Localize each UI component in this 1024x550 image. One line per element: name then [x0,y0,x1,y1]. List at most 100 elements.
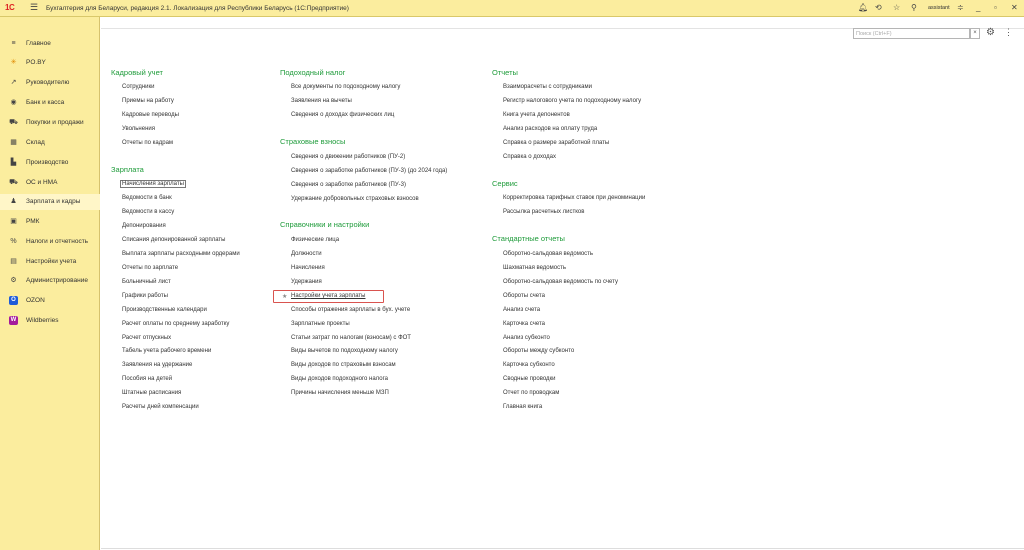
link[interactable]: Все документы по подоходному налогу [291,84,400,90]
sidebar-item-pokupki[interactable]: ⛟ Покупки и продажи [0,115,100,131]
more-actions-icon[interactable]: ⋮ [1004,26,1013,38]
link[interactable]: Причины начисления меньше МЗП [291,390,389,396]
link[interactable]: Книга учета депонентов [503,112,570,118]
link[interactable]: Выплата зарплаты расходными ордерами [122,251,240,257]
link[interactable]: Отчет по проводкам [503,390,559,396]
link[interactable]: Оборотно-сальдовая ведомость по счету [503,279,618,285]
link[interactable]: Сведения о заработке работников (ПУ-3) (… [291,168,447,174]
link[interactable]: Оборотно-сальдовая ведомость [503,251,593,257]
sidebar-item-glavnoe[interactable]: ≡ Главное [0,36,100,52]
minimize-icon[interactable]: _ [976,2,980,14]
main-menu-icon[interactable]: ☰ [30,2,38,13]
link[interactable]: Статьи затрат по налогам (взносам) с ФОТ [291,335,411,341]
sidebar-item-bank[interactable]: ◉ Банк и касса [0,95,100,111]
clear-search-icon[interactable]: × [970,28,980,39]
notifications-icon[interactable]: 🔔︎ [858,2,868,14]
link[interactable]: Ведомости в кассу [122,209,174,215]
link[interactable]: Сведения о заработке работников (ПУ-3) [291,182,406,188]
link[interactable]: Должности [291,251,322,257]
link[interactable]: Зарплатные проекты [291,321,350,327]
link[interactable]: Расчет отпускных [122,335,171,341]
sidebar-item-rukovoditelyu[interactable]: ↗ Руководителю [0,75,100,91]
link[interactable]: Кадровые переводы [122,112,179,118]
sidebar-item-wildberries[interactable]: W Wildberries [0,313,100,329]
link[interactable]: Списания депонированной зарплаты [122,237,226,243]
link[interactable]: Графики работы [122,293,168,299]
sidebar-item-sklad[interactable]: ▦ Склад [0,135,100,151]
link[interactable]: Заявления на удержание [122,362,192,368]
link[interactable]: Взаиморасчеты с сотрудниками [503,84,592,90]
link[interactable]: Анализ субконто [503,335,550,341]
link[interactable]: Отчеты по кадрам [122,140,173,146]
link[interactable]: Справка о размере заработной платы [503,140,609,146]
link[interactable]: Удержания [291,279,322,285]
link[interactable]: Способы отражения зарплаты в бух. учете [291,307,410,313]
link[interactable]: Виды доходов подоходного налога [291,376,388,382]
link[interactable]: Ведомости в банк [122,195,172,201]
search-input[interactable]: Поиск (Ctrl+F) [853,28,970,39]
sidebar-item-poby[interactable]: ✳ PO.BY [0,55,100,71]
link[interactable]: Табель учета рабочего времени [122,348,211,354]
history-icon[interactable]: ⟲ [875,2,882,14]
divider [101,548,1024,549]
sidebar-item-label: Администрирование [26,277,88,284]
close-icon[interactable]: ✕ [1011,2,1018,14]
star-icon[interactable]: ★ [282,293,287,300]
sidebar-item-ozon[interactable]: O OZON [0,293,100,309]
sidebar-item-nastroyki[interactable]: ▤ Настройки учета [0,254,100,270]
link[interactable]: Виды вычетов по подоходному налогу [291,348,398,354]
settings-menu-icon[interactable]: ≑ [957,2,964,14]
link-salary-settings[interactable]: Настройки учета зарплаты [291,293,365,299]
link[interactable]: Сведения о доходах физических лиц [291,112,394,118]
link[interactable]: Увольнения [122,126,155,132]
link[interactable]: Штатные расписания [122,390,181,396]
user-name[interactable]: assistant [928,5,950,11]
link[interactable]: Рассылка расчетных листков [503,209,584,215]
percent-icon: % [10,238,17,245]
link[interactable]: Анализ расходов на оплату труда [503,126,597,132]
sidebar-item-proizvodstvo[interactable]: ▙ Производство [0,155,100,171]
link[interactable]: Корректировка тарифных ставок при деноми… [503,195,645,201]
link[interactable]: Отчеты по зарплате [122,265,178,271]
link[interactable]: Расчет оплаты по среднему заработку [122,321,229,327]
link[interactable]: Сведения о движении работников (ПУ-2) [291,154,405,160]
link[interactable]: Расчеты дней компенсации [122,404,199,410]
link[interactable]: Сотрудники [122,84,155,90]
sidebar-item-os-nma[interactable]: ⛟ ОС и НМА [0,175,100,191]
link[interactable]: Заявления на вычеты [291,98,352,104]
sidebar-item-rmk[interactable]: ▣ РМК [0,214,100,230]
link[interactable]: Справка о доходах [503,154,556,160]
link[interactable]: Пособия на детей [122,376,172,382]
restore-icon[interactable]: ▫ [994,2,997,14]
section-title: Отчеты [492,68,518,77]
gear-icon: ⚙ [10,277,17,284]
link[interactable]: Депонирования [122,223,166,229]
link[interactable]: Анализ счета [503,307,540,313]
link[interactable]: Шахматная ведомость [503,265,566,271]
link[interactable]: Регистр налогового учета по подоходному … [503,98,641,104]
link[interactable]: Обороты между субконто [503,348,574,354]
link[interactable]: Приемы на работу [122,98,174,104]
link[interactable]: Обороты счета [503,293,545,299]
gear-icon[interactable]: ⚙ [986,27,995,39]
sidebar-item-label: Склад [26,139,45,146]
sidebar-item-nalogi[interactable]: % Налоги и отчетность [0,234,100,250]
link[interactable]: Карточка счета [503,321,545,327]
sidebar: ≡ Главное ✳ PO.BY ↗ Руководителю ◉ Банк и ка… [0,17,100,550]
favorites-icon[interactable]: ☆ [893,2,900,14]
link[interactable]: Физические лица [291,237,339,243]
link-focused[interactable]: Начисления зарплаты [120,180,186,188]
link[interactable]: Больничный лист [122,279,171,285]
sidebar-item-admin[interactable]: ⚙ Администрирование [0,273,100,289]
link[interactable]: Производственные календари [122,307,207,313]
link[interactable]: Главная книга [503,404,542,410]
link[interactable]: Виды доходов по страховым взносам [291,362,396,368]
link[interactable]: Сводные проводки [503,376,556,382]
link[interactable]: Удержание добровольных страховых взносов [291,196,419,202]
sidebar-item-label: Банк и касса [26,99,65,106]
link[interactable]: Карточка субконто [503,362,555,368]
link[interactable]: Начисления [291,265,325,271]
search-icon[interactable]: ⚲ [911,2,917,14]
sidebar-item-label: PO.BY [26,59,46,66]
sidebar-item-zarplata[interactable]: ♟ Зарплата и кадры [0,194,100,210]
